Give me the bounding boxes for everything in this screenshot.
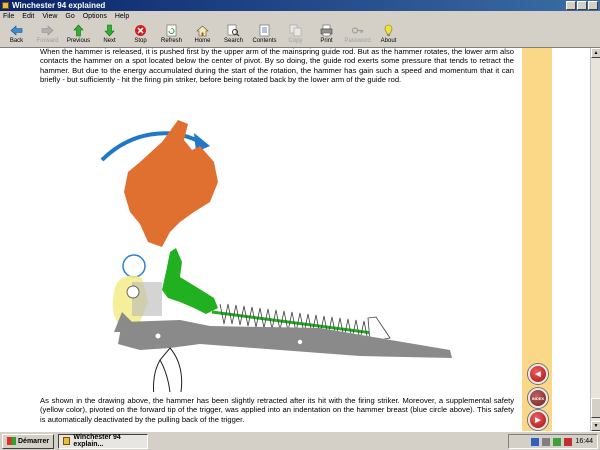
minimize-button[interactable] bbox=[566, 1, 576, 10]
next-button[interactable]: Next bbox=[94, 22, 125, 48]
clock[interactable]: 16:44 bbox=[575, 438, 593, 445]
tray-icon-1[interactable] bbox=[542, 437, 551, 446]
hammer-pivot bbox=[126, 285, 140, 299]
menu-go[interactable]: Go bbox=[65, 11, 74, 22]
back-arrow-icon bbox=[10, 24, 23, 37]
previous-button[interactable]: Previous bbox=[63, 22, 94, 48]
scroll-thumb[interactable] bbox=[591, 398, 600, 418]
trigger-outline bbox=[153, 359, 161, 392]
contents-icon bbox=[258, 24, 271, 37]
paragraph-2: As shown in the drawing above, the hamme… bbox=[40, 396, 514, 424]
next-icon bbox=[103, 24, 116, 37]
menu-view[interactable]: View bbox=[42, 11, 57, 22]
home-button[interactable]: Home bbox=[187, 22, 218, 48]
maximize-button[interactable] bbox=[577, 1, 587, 10]
copy-button[interactable]: Copy bbox=[280, 22, 311, 48]
lever-pin bbox=[155, 333, 161, 339]
close-button[interactable] bbox=[588, 1, 598, 10]
previous-page-button[interactable]: ◀ bbox=[528, 364, 548, 384]
refresh-icon bbox=[165, 24, 178, 37]
stop-button[interactable]: Stop bbox=[125, 22, 156, 48]
menu-file[interactable]: File bbox=[3, 11, 14, 22]
scroll-up-arrow[interactable]: ▲ bbox=[591, 48, 600, 58]
app-icon-small bbox=[63, 437, 71, 445]
print-button[interactable]: Print bbox=[311, 22, 342, 48]
scroll-down-arrow[interactable]: ▼ bbox=[591, 421, 600, 431]
copy-icon bbox=[289, 24, 302, 37]
menu-edit[interactable]: Edit bbox=[22, 11, 34, 22]
vertical-scrollbar[interactable]: ▲ ▼ bbox=[590, 48, 600, 431]
previous-icon bbox=[72, 24, 85, 37]
password-icon bbox=[351, 24, 364, 37]
start-button[interactable]: Démarrer bbox=[2, 433, 55, 449]
search-button[interactable]: Search bbox=[218, 22, 249, 48]
about-button[interactable]: About bbox=[373, 22, 404, 48]
paragraph-1: When the hammer is released, it is pushe… bbox=[40, 48, 514, 85]
menu-help[interactable]: Help bbox=[115, 11, 129, 22]
right-margin bbox=[552, 48, 590, 431]
index-button[interactable]: INDEX bbox=[528, 388, 548, 408]
contents-button[interactable]: Contents bbox=[249, 22, 280, 48]
app-icon bbox=[2, 2, 9, 9]
content-area: When the hammer is released, it is pushe… bbox=[0, 48, 590, 431]
taskbar: Démarrer Winchester 94 explain... 16:44 bbox=[0, 431, 600, 450]
forward-button[interactable]: Forward bbox=[32, 22, 63, 48]
mechanism-diagram bbox=[100, 120, 452, 392]
trigger bbox=[159, 347, 183, 392]
forward-arrow-icon bbox=[41, 24, 54, 37]
language-icon[interactable] bbox=[531, 437, 540, 446]
mainspring-guide-rod bbox=[162, 248, 218, 314]
about-icon bbox=[382, 24, 395, 37]
menu-options[interactable]: Options bbox=[83, 11, 107, 22]
next-page-button[interactable]: ▶ bbox=[528, 410, 548, 430]
lever-pin-2 bbox=[297, 339, 303, 345]
refresh-button[interactable]: Refresh bbox=[156, 22, 187, 48]
password-button[interactable]: Password bbox=[342, 22, 373, 48]
tray-icon-3[interactable] bbox=[564, 437, 573, 446]
title-bar: Winchester 94 explained bbox=[0, 0, 600, 11]
indentation-circle bbox=[122, 254, 146, 278]
window-title: Winchester 94 explained bbox=[12, 1, 106, 10]
print-icon bbox=[320, 24, 333, 37]
toolbar: Back Forward Previous Next Stop Refresh … bbox=[0, 22, 600, 48]
home-icon bbox=[196, 24, 209, 37]
stop-icon bbox=[134, 24, 147, 37]
system-tray: 16:44 bbox=[508, 434, 598, 449]
search-icon bbox=[227, 24, 240, 37]
back-button[interactable]: Back bbox=[1, 22, 32, 48]
left-margin bbox=[0, 48, 30, 431]
taskbar-item-winchester[interactable]: Winchester 94 explain... bbox=[58, 433, 149, 449]
tray-icon-2[interactable] bbox=[553, 437, 562, 446]
windows-logo-icon bbox=[7, 437, 16, 445]
menu-bar: File Edit View Go Options Help bbox=[0, 11, 600, 22]
